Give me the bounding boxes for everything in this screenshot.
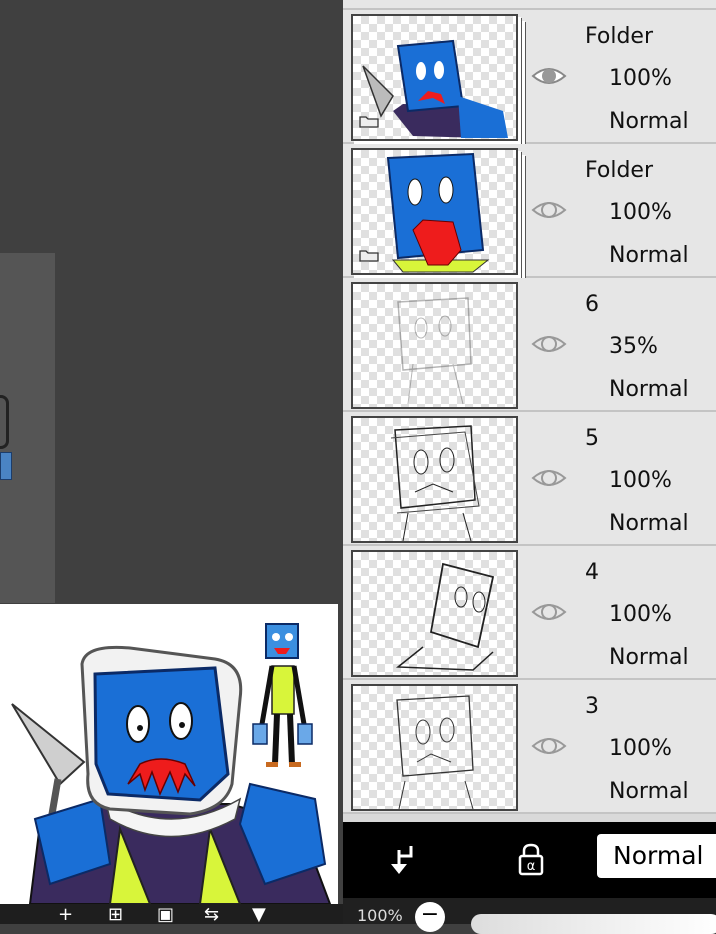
camera-icon[interactable]: ▣: [157, 906, 174, 924]
layer-blend-mode: Normal: [609, 511, 689, 536]
layers-panel: Folder 100% Normal Folder 100% Normal 6 …: [343, 0, 716, 815]
canvas-stroke-fragment: [0, 395, 9, 449]
layer-blend-mode: Normal: [609, 645, 689, 670]
visibility-eye-icon[interactable]: [531, 732, 567, 760]
visibility-eye-icon[interactable]: [531, 464, 567, 492]
canvas-color-fragment: [0, 452, 12, 480]
opacity-value: 100%: [357, 906, 403, 925]
layer-name: 3: [585, 694, 599, 719]
layer-row[interactable]: Folder 100% Normal: [343, 10, 716, 144]
layer-row[interactable]: 4 100% Normal: [343, 546, 716, 680]
flip-icon[interactable]: ⇆: [204, 906, 219, 924]
layer-row[interactable]: 5 100% Normal: [343, 412, 716, 546]
opacity-slider-row: 100% −: [343, 898, 716, 934]
layer-row[interactable]: 6 35% Normal: [343, 278, 716, 412]
layer-name: 4: [585, 560, 599, 585]
layer-name: 6: [585, 292, 599, 317]
svg-text:α: α: [527, 859, 536, 874]
layer-blend-mode: Normal: [609, 377, 689, 402]
character-artwork-preview: [11, 623, 332, 904]
opacity-decrease-button[interactable]: −: [415, 902, 445, 932]
layer-name: 5: [585, 426, 599, 451]
navigator-preview[interactable]: [0, 604, 338, 904]
layer-thumbnail: [351, 14, 518, 141]
add-layer-icon[interactable]: +: [58, 906, 73, 924]
layer-thumbnail: [351, 684, 518, 811]
blend-mode-select[interactable]: Normal: [597, 834, 716, 878]
layer-opacity: 100%: [609, 66, 672, 91]
layer-thumbnail: [351, 282, 518, 409]
layer-blend-mode: Normal: [609, 779, 689, 804]
layer-opacity: 100%: [609, 736, 672, 761]
layer-properties-bar: α Normal: [343, 815, 716, 905]
folder-icon: [359, 250, 379, 262]
layer-name: Folder: [585, 24, 653, 49]
visibility-eye-icon[interactable]: [531, 62, 567, 90]
alpha-lock-icon[interactable]: α: [511, 840, 551, 880]
layer-thumbnail: [351, 416, 518, 543]
visibility-eye-icon[interactable]: [531, 598, 567, 626]
layer-blend-mode: Normal: [609, 243, 689, 268]
opacity-slider[interactable]: [471, 914, 716, 934]
layer-opacity: 100%: [609, 468, 672, 493]
visibility-eye-icon[interactable]: [531, 330, 567, 358]
layer-opacity: 35%: [609, 334, 658, 359]
folder-icon: [359, 116, 379, 128]
add-folder-icon[interactable]: ⊞: [108, 906, 123, 924]
visibility-eye-icon[interactable]: [531, 196, 567, 224]
layer-row-partial: [343, 0, 716, 10]
layer-blend-mode: Normal: [609, 109, 689, 134]
merge-down-icon[interactable]: ▼: [252, 906, 266, 924]
layer-name: Folder: [585, 158, 653, 183]
layer-opacity: 100%: [609, 602, 672, 627]
layer-thumbnail: [351, 550, 518, 677]
layer-opacity: 100%: [609, 200, 672, 225]
layer-row[interactable]: 3 100% Normal: [343, 680, 716, 814]
clip-down-arrow-icon[interactable]: [387, 840, 427, 880]
layer-thumbnail: [351, 148, 518, 275]
layer-row[interactable]: Folder 100% Normal: [343, 144, 716, 278]
